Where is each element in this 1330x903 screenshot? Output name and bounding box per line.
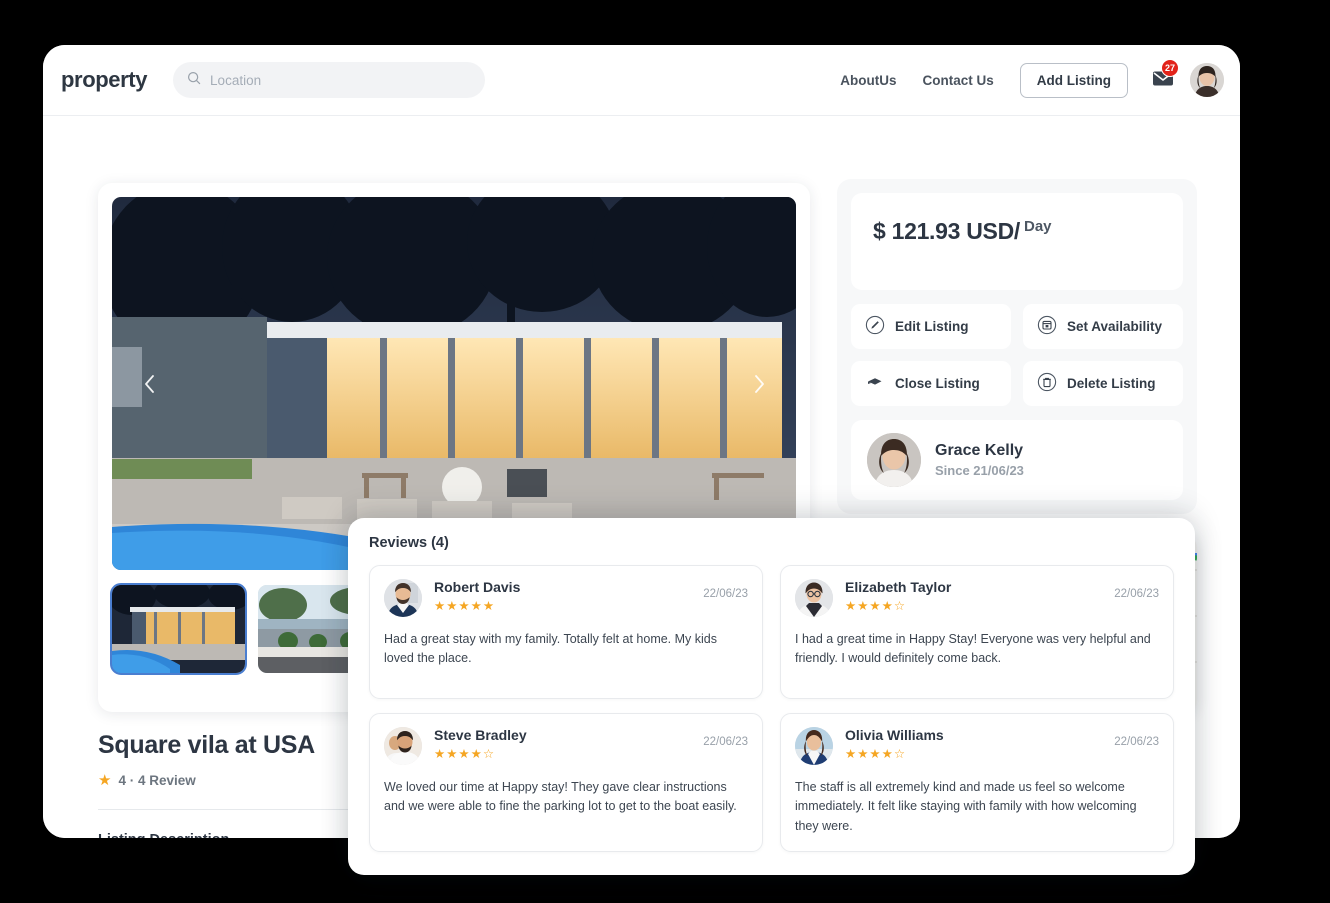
- user-avatar[interactable]: [1190, 63, 1224, 97]
- review-date: 22/06/23: [703, 588, 748, 600]
- add-listing-button[interactable]: Add Listing: [1019, 62, 1128, 98]
- review-date: 22/06/23: [1114, 588, 1159, 600]
- messages-button[interactable]: 27: [1152, 58, 1180, 92]
- edit-listing-label: Edit Listing: [895, 319, 969, 334]
- review-text: We loved our time at Happy stay! They ga…: [384, 780, 737, 814]
- review-header: Olivia Williams ★★★★☆ 22/06/23: [795, 727, 1159, 765]
- star-icon: ★: [98, 772, 112, 789]
- host-avatar: [867, 433, 921, 487]
- reviews-list: Robert Davis ★★★★★ 22/06/23 Had a great …: [369, 565, 1174, 853]
- review-meta: Robert Davis ★★★★★: [434, 579, 703, 613]
- search-input[interactable]: [210, 72, 461, 88]
- messages-badge: 27: [1161, 58, 1180, 77]
- screen: property AboutUs Contact Us Add Listing: [0, 0, 1330, 903]
- hero-image[interactable]: [112, 197, 796, 570]
- price-unit: Day: [1023, 218, 1052, 235]
- calendar-icon: [1037, 315, 1057, 338]
- review-rating-stars: ★★★★★: [434, 599, 496, 613]
- header-nav: AboutUs Contact Us Add Listing 27: [840, 58, 1224, 98]
- review-text: I had a great time in Happy Stay! Everyo…: [795, 632, 1151, 666]
- review-meta: Olivia Williams ★★★★☆: [845, 727, 1114, 761]
- host-card[interactable]: Grace Kelly Since 21/06/23: [851, 420, 1183, 500]
- rating-text: 4 · 4 Review: [118, 772, 196, 788]
- price-card: $ 121.93 USD/ Day: [851, 193, 1183, 290]
- reviewer-name: Elizabeth Taylor: [845, 579, 952, 595]
- set-availability-button[interactable]: Set Availability: [1023, 304, 1183, 349]
- review-header: Steve Bradley ★★★★☆ 22/06/23: [384, 727, 748, 765]
- review-card: Olivia Williams ★★★★☆ 22/06/23 The staff…: [780, 713, 1174, 853]
- reviewer-name: Steve Bradley: [434, 727, 527, 743]
- review-card: Steve Bradley ★★★★☆ 22/06/23 We loved ou…: [369, 713, 763, 853]
- pencil-icon: [865, 315, 885, 338]
- review-card: Elizabeth Taylor ★★★★☆ 22/06/23 I had a …: [780, 565, 1174, 699]
- brand-logo[interactable]: property: [61, 67, 147, 93]
- review-meta: Steve Bradley ★★★★☆: [434, 727, 703, 761]
- host-since: Since 21/06/23: [935, 463, 1024, 478]
- review-date: 22/06/23: [703, 736, 748, 748]
- reviewer-avatar: [384, 727, 422, 765]
- nav-link-about-us[interactable]: AboutUs: [840, 73, 896, 88]
- price-amount: $ 121.93 USD/: [873, 218, 1020, 244]
- reviewer-avatar: [795, 727, 833, 765]
- tag-icon: [865, 372, 885, 395]
- search-box[interactable]: [173, 62, 486, 98]
- gallery-next-button[interactable]: [746, 371, 772, 397]
- review-meta: Elizabeth Taylor ★★★★☆: [845, 579, 1114, 613]
- listing-actions: Edit Listing Set Availability Close List…: [851, 304, 1183, 406]
- trash-icon: [1037, 372, 1057, 395]
- review-header: Elizabeth Taylor ★★★★☆ 22/06/23: [795, 579, 1159, 617]
- listing-side-panel: $ 121.93 USD/ Day Edit Listing Set Avail…: [837, 179, 1197, 514]
- close-listing-button[interactable]: Close Listing: [851, 361, 1011, 406]
- host-name: Grace Kelly: [935, 442, 1024, 459]
- reviews-title: Reviews (4): [369, 535, 449, 551]
- review-text: The staff is all extremely kind and made…: [795, 780, 1137, 833]
- delete-listing-label: Delete Listing: [1067, 376, 1156, 391]
- review-header: Robert Davis ★★★★★ 22/06/23: [384, 579, 748, 617]
- review-rating-stars: ★★★★☆: [845, 747, 907, 761]
- review-rating-stars: ★★★★☆: [434, 747, 496, 761]
- review-text: Had a great stay with my family. Totally…: [384, 632, 717, 666]
- app-header: property AboutUs Contact Us Add Listing: [43, 45, 1240, 116]
- edit-listing-button[interactable]: Edit Listing: [851, 304, 1011, 349]
- reviewer-name: Robert Davis: [434, 579, 521, 595]
- reviewer-avatar: [795, 579, 833, 617]
- search-icon: [187, 71, 201, 90]
- set-availability-label: Set Availability: [1067, 319, 1163, 334]
- gallery-prev-button[interactable]: [136, 371, 162, 397]
- reviews-modal: Reviews (4) Robert Davis ★★★★★ 22/06/23 …: [348, 518, 1195, 875]
- close-listing-label: Close Listing: [895, 376, 980, 391]
- reviewer-avatar: [384, 579, 422, 617]
- review-date: 22/06/23: [1114, 736, 1159, 748]
- gallery-thumbnail[interactable]: [110, 583, 247, 675]
- nav-link-contact-us[interactable]: Contact Us: [922, 73, 993, 88]
- host-meta: Grace Kelly Since 21/06/23: [935, 442, 1024, 478]
- reviewer-name: Olivia Williams: [845, 727, 944, 743]
- review-rating-stars: ★★★★☆: [845, 599, 907, 613]
- review-card: Robert Davis ★★★★★ 22/06/23 Had a great …: [369, 565, 763, 699]
- delete-listing-button[interactable]: Delete Listing: [1023, 361, 1183, 406]
